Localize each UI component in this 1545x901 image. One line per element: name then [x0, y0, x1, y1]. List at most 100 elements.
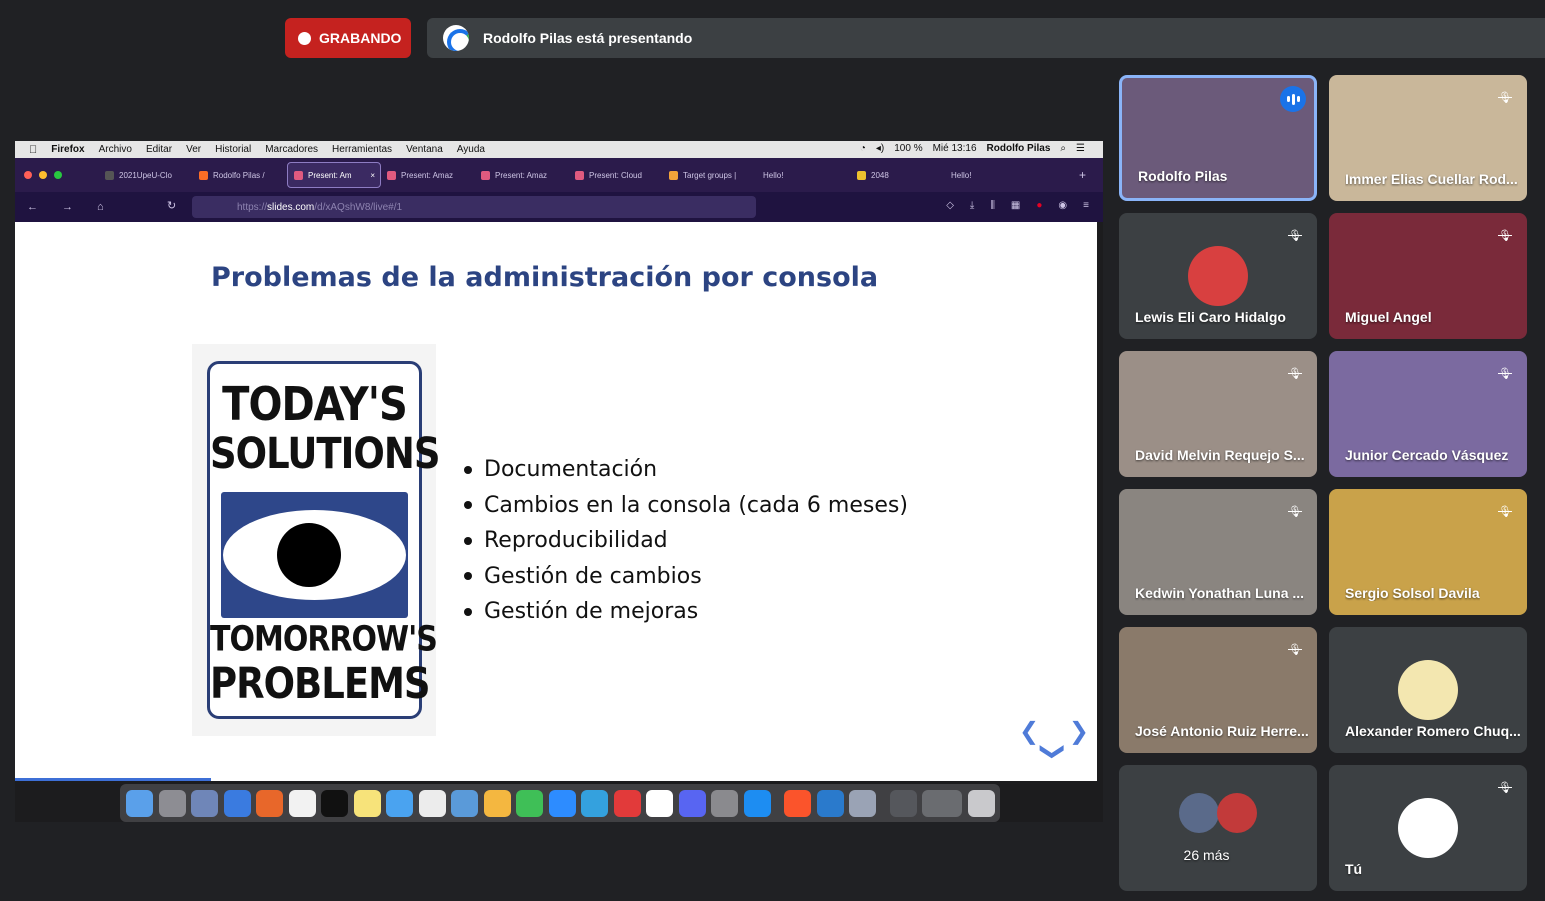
slide-title: Problemas de la administración por conso… [211, 262, 879, 293]
participant-tile[interactable]: 🎙︎ Kedwin Yonathan Luna ... [1119, 489, 1317, 615]
avatar [1188, 246, 1248, 306]
participant-tile[interactable]: 🎙︎ Sergio Solsol Davila [1329, 489, 1527, 615]
mac-menu-bar:  Firefox Archivo Editar Ver Historial M… [15, 141, 1103, 158]
mic-off-icon: 🎙︎ [1498, 505, 1512, 518]
url-path: /d/xAQshW8/live#/1 [314, 201, 403, 213]
close-tab-icon[interactable]: × [370, 171, 375, 180]
poster-line-1: TODAY'S [222, 378, 408, 432]
apple-icon:  [29, 144, 37, 156]
browser-tab[interactable]: 2021UpeU-Clo [99, 162, 193, 188]
browser-tab[interactable]: Hello! [945, 162, 1039, 188]
clock-label: Mié 13:16 [932, 143, 977, 154]
poster-line-2: SOLUTIONS [210, 428, 440, 479]
browser-tab[interactable]: Present: Cloud [569, 162, 663, 188]
volume-icon: ◂) [875, 143, 885, 154]
facetime-icon [516, 789, 543, 817]
speech-icon [613, 789, 641, 817]
back-icon: ← [27, 201, 38, 213]
tab-label: Present: Amaz [495, 170, 548, 180]
vscode-icon [816, 789, 844, 817]
participant-tile[interactable]: Alexander Romero Chuq... [1329, 627, 1527, 753]
mic-off-icon: 🎙︎ [1498, 91, 1512, 104]
participant-tile[interactable]: 🎙︎ David Melvin Requejo S... [1119, 351, 1317, 477]
pocket-icon: ◇ [946, 200, 954, 211]
library-icon: ⫼ [990, 200, 995, 211]
avatar [1179, 793, 1219, 833]
browser-tab[interactable]: Hello! [757, 162, 851, 188]
bullet-item: Gestión de cambios [464, 559, 908, 595]
tab-favicon-icon [105, 170, 114, 180]
participant-tile[interactable]: 26 más [1119, 765, 1317, 891]
participant-tile[interactable]: Rodolfo Pilas [1119, 75, 1317, 201]
participant-name: Kedwin Yonathan Luna ... [1135, 585, 1305, 601]
voice-memos-icon [451, 789, 478, 817]
presenting-banner: Rodolfo Pilas está presentando [427, 18, 1545, 58]
participant-name: Sergio Solsol Davila [1345, 585, 1480, 601]
participant-name: David Melvin Requejo S... [1135, 447, 1305, 463]
finder-icon [126, 789, 153, 817]
participant-tile[interactable]: 🎙︎ Lewis Eli Caro Hidalgo [1119, 213, 1317, 339]
browser-tab[interactable]: 2048 [851, 162, 945, 188]
screenshot-icon [849, 789, 876, 817]
forward-icon: → [62, 201, 73, 213]
mic-off-icon: 🎙︎ [1498, 781, 1512, 794]
tab-label: Present: Cloud [589, 170, 642, 180]
participant-tile[interactable]: 🎙︎ Junior Cercado Vásquez [1329, 351, 1527, 477]
trash-icon [967, 789, 995, 817]
extensions-icon: ▦ [1010, 200, 1021, 211]
tab-label: 2021UpeU-Clo [119, 170, 172, 180]
folder-icon [889, 789, 917, 817]
mic-off-icon: 🎙︎ [1288, 505, 1302, 518]
mac-status-area: ◔ ◂) 100 % Mié 13:16 Rodolfo Pilas ⌕ ☰ [860, 143, 1095, 154]
tab-favicon-icon [481, 170, 490, 180]
tab-label: Present: Amaz [401, 170, 454, 180]
participant-tile[interactable]: 🎙︎ Miguel Angel [1329, 213, 1527, 339]
participant-tile[interactable]: 🎙︎ Immer Elias Cuellar Rod... [1329, 75, 1527, 201]
app-store-icon [743, 789, 771, 817]
telegram-icon [581, 789, 608, 817]
window-controls [24, 171, 69, 179]
close-window-icon [24, 171, 32, 179]
poster-line-4: PROBLEMS [210, 658, 431, 709]
menu-ventana: Ventana [397, 144, 443, 155]
browser-tab-strip: 2021UpeU-Clo Rodolfo Pilas / Present: Am × P… [15, 158, 1103, 192]
participant-name: Rodolfo Pilas [1138, 168, 1228, 184]
calendar-icon [288, 789, 316, 817]
eye-icon [221, 492, 408, 618]
tab-favicon-icon [857, 170, 866, 180]
recording-label: GRABANDO [319, 30, 402, 46]
browser-tab[interactable]: Present: Amaz [475, 162, 569, 188]
prev-slide-icon: ❮ [1019, 718, 1040, 745]
mic-off-icon: 🎙︎ [1498, 367, 1512, 380]
downloads-stack-icon [922, 789, 962, 817]
mac-dock [120, 784, 1000, 822]
bullet-item: Reproducibilidad [464, 523, 908, 559]
meet-window: GRABANDO Rodolfo Pilas está presentando … [0, 0, 1545, 901]
browser-toolbar-icons: ◇ ⤓ ⫼ ▦ ● ◉ ≡ [930, 200, 1089, 211]
tab-label: Hello! [763, 170, 784, 180]
brave-icon [784, 789, 811, 817]
battery-label: 100 % [894, 143, 923, 154]
menu-ver: Ver [177, 144, 201, 155]
tabs-list: 2021UpeU-Clo Rodolfo Pilas / Present: Am × P… [99, 162, 1039, 188]
poster-frame: TODAY'S SOLUTIONS TOMORROW'S PROBLEMS [207, 361, 440, 719]
url-domain: slides.com [267, 201, 315, 213]
poster-image: TODAY'S SOLUTIONS TOMORROW'S PROBLEMS [192, 344, 440, 736]
participant-tile[interactable]: 🎙︎ José Antonio Ruiz Herre... [1119, 627, 1317, 753]
tab-label: Target groups | [683, 170, 737, 180]
next-slide-icon: ❯ [1068, 718, 1089, 745]
participant-tile[interactable]: 🎙︎ Tú [1329, 765, 1527, 891]
browser-tab[interactable]: Present: Am × [287, 162, 381, 188]
presentation-slide: Problemas de la administración por conso… [15, 222, 1097, 781]
tab-favicon-icon [199, 170, 208, 180]
menu-editar: Editar [137, 144, 172, 155]
bullet-item: Documentación [464, 452, 908, 488]
browser-tab[interactable]: Present: Amaz [381, 162, 475, 188]
recording-badge[interactable]: GRABANDO [285, 18, 411, 58]
zoom-window-icon [54, 171, 62, 179]
browser-tab[interactable]: Rodolfo Pilas / [193, 162, 287, 188]
browser-tab[interactable]: Target groups | [663, 162, 757, 188]
pinterest-icon: ● [1036, 200, 1043, 211]
bullet-item: Gestión de mejoras [464, 594, 908, 630]
participant-name: Lewis Eli Caro Hidalgo [1135, 309, 1286, 325]
